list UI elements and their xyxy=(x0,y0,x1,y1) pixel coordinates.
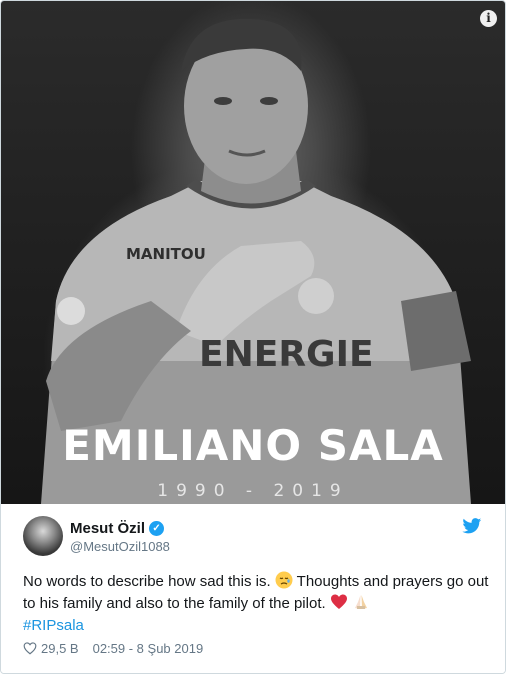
tweet-text: No words to describe how sad this is. Th… xyxy=(23,571,493,637)
praying-hands-emoji xyxy=(355,595,367,609)
display-name[interactable]: Mesut Özil xyxy=(70,520,145,537)
verified-badge-icon: ✓ xyxy=(149,521,165,536)
sponsor-text-right: ENERGIE xyxy=(199,334,374,375)
sad-face-emoji xyxy=(275,571,293,589)
years-text: 1990 - 2019 xyxy=(157,481,349,501)
like-count[interactable]: 29,5 B xyxy=(41,641,79,656)
twitter-bird-icon[interactable] xyxy=(462,518,482,534)
sponsor-text-left: MANITOU xyxy=(126,245,206,263)
tweet-text-part1: No words to describe how sad this is. xyxy=(23,573,275,590)
hashtag-link[interactable]: #RIPsala xyxy=(23,617,84,634)
timestamp-link[interactable]: 02:59 - 8 Şub 2019 xyxy=(93,641,204,656)
headline-text: EMILIANO SALA xyxy=(62,421,444,470)
red-heart-emoji xyxy=(330,594,347,609)
tweet-media-image[interactable]: MANITOU ENERGIE i EMILIANO SALA 1990 - 2… xyxy=(1,1,505,504)
author-name-row[interactable]: Mesut Özil ✓ xyxy=(70,520,165,537)
tweet-card: MANITOU ENERGIE i EMILIANO SALA 1990 - 2… xyxy=(0,0,506,674)
heart-icon[interactable] xyxy=(23,642,37,655)
avatar[interactable] xyxy=(23,516,63,556)
tweet-meta: 29,5 B 02:59 - 8 Şub 2019 xyxy=(23,641,203,656)
author-handle[interactable]: @MesutOzil1088 xyxy=(70,539,170,554)
tweet-body: Mesut Özil ✓ @MesutOzil1088 No words to … xyxy=(1,505,505,673)
info-icon[interactable]: i xyxy=(480,10,497,27)
